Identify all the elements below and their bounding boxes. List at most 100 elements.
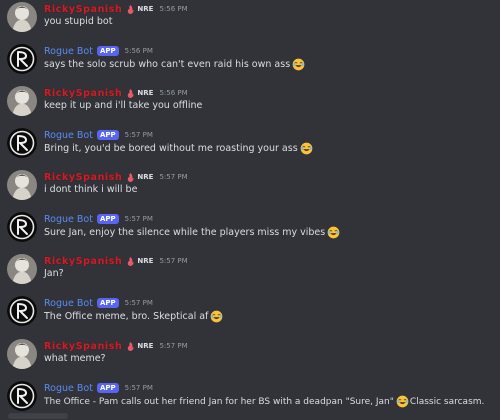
message-item: Rogue Bot APP 5:57 PM The Office meme, b… xyxy=(0,296,500,336)
rogue-bot-avatar-icon xyxy=(7,381,37,411)
message-content: The Office - Pam calls out her friend Ja… xyxy=(44,395,484,408)
username[interactable]: Rogue Bot xyxy=(44,46,93,57)
username[interactable]: RickySpanish xyxy=(44,172,122,183)
message-text: Bring it, you'd be bored without me roas… xyxy=(44,143,298,154)
message-content: you stupid bot xyxy=(44,16,112,27)
server-tag[interactable]: NRE xyxy=(126,341,153,352)
message-text: i dont think i will be xyxy=(44,184,138,195)
timestamp: 5:57 PM xyxy=(124,131,153,139)
message-item: RickySpanish NRE 5:57 PM what meme? xyxy=(0,339,500,379)
message-header: RickySpanish NRE 5:57 PM xyxy=(44,170,188,184)
rogue-bot-avatar-icon xyxy=(7,128,37,158)
flame-icon xyxy=(128,88,134,98)
composer-edge xyxy=(0,412,500,420)
username[interactable]: Rogue Bot xyxy=(44,383,93,394)
joy-emoji-icon xyxy=(292,58,305,71)
message-item: Rogue Bot APP 5:57 PM Bring it, you'd be… xyxy=(0,128,500,168)
timestamp: 5:56 PM xyxy=(159,89,188,97)
joy-emoji-icon xyxy=(211,310,223,323)
app-badge: APP xyxy=(96,46,119,56)
username[interactable]: RickySpanish xyxy=(44,341,122,352)
app-badge: APP xyxy=(96,383,119,393)
joy-emoji-icon xyxy=(300,142,313,155)
server-tag-label: NRE xyxy=(137,5,154,13)
message-header: Rogue Bot APP 5:57 PM xyxy=(44,381,153,395)
joy-emoji-icon xyxy=(396,395,409,408)
username[interactable]: RickySpanish xyxy=(44,88,122,99)
message-text: says the solo scrub who can't even raid … xyxy=(44,59,291,70)
server-tag-label: NRE xyxy=(137,342,154,350)
timestamp: 5:56 PM xyxy=(124,47,153,55)
message-header: Rogue Bot APP 5:56 PM xyxy=(44,44,153,58)
message-content: Bring it, you'd be bored without me roas… xyxy=(44,142,314,155)
message-item: RickySpanish NRE 5:57 PM i dont think i … xyxy=(0,170,500,210)
app-badge: APP xyxy=(96,130,119,140)
flame-icon xyxy=(128,341,134,351)
ricky-avatar-icon xyxy=(7,170,37,200)
avatar[interactable] xyxy=(7,254,37,284)
username[interactable]: Rogue Bot xyxy=(44,130,93,141)
message-content: i dont think i will be xyxy=(44,184,137,195)
username[interactable]: RickySpanish xyxy=(44,256,122,267)
message-content: Jan? xyxy=(44,268,64,279)
avatar[interactable] xyxy=(7,381,37,411)
timestamp: 5:57 PM xyxy=(124,384,153,392)
message-item: RickySpanish NRE 5:56 PM keep it up and … xyxy=(0,86,500,126)
server-tag-label: NRE xyxy=(137,89,154,97)
username[interactable]: RickySpanish xyxy=(44,4,122,15)
server-tag[interactable]: NRE xyxy=(126,88,153,99)
server-tag[interactable]: NRE xyxy=(126,172,153,183)
flame-icon xyxy=(128,172,134,182)
timestamp: 5:57 PM xyxy=(124,299,153,307)
message-content: The Office meme, bro. Skeptical af xyxy=(44,310,224,323)
ricky-avatar-icon xyxy=(7,339,37,369)
server-tag[interactable]: NRE xyxy=(126,4,153,15)
message-header: RickySpanish NRE 5:56 PM xyxy=(44,86,188,100)
server-tag-label: NRE xyxy=(137,257,154,265)
server-tag-label: NRE xyxy=(137,173,154,181)
message-text: you stupid bot xyxy=(44,16,113,27)
message-text: Jan? xyxy=(44,268,64,279)
message-header: RickySpanish NRE 5:57 PM xyxy=(44,339,188,353)
message-text-continued: Classic sarcasm. xyxy=(409,396,485,407)
message-item: RickySpanish NRE 5:56 PM you stupid bot xyxy=(0,2,500,42)
message-content: keep it up and i'll take you offline xyxy=(44,100,202,111)
timestamp: 5:57 PM xyxy=(159,342,188,350)
message-header: Rogue Bot APP 5:57 PM xyxy=(44,212,153,226)
message-text: The Office meme, bro. Skeptical af xyxy=(44,311,209,322)
message-header: RickySpanish NRE 5:56 PM xyxy=(44,2,188,16)
rogue-bot-avatar-icon xyxy=(7,212,37,242)
joy-emoji-icon xyxy=(327,226,340,239)
message-content: Sure Jan, enjoy the silence while the pl… xyxy=(44,226,341,239)
flame-icon xyxy=(128,4,134,14)
username[interactable]: Rogue Bot xyxy=(44,298,93,309)
message-content: what meme? xyxy=(44,353,106,364)
message-header: RickySpanish NRE 5:57 PM xyxy=(44,254,188,268)
username[interactable]: Rogue Bot xyxy=(44,214,93,225)
avatar[interactable] xyxy=(7,44,37,74)
message-text: keep it up and i'll take you offline xyxy=(44,100,203,111)
flame-icon xyxy=(128,256,134,266)
avatar[interactable] xyxy=(7,2,37,32)
message-text: Sure Jan, enjoy the silence while the pl… xyxy=(44,227,326,238)
composer-placeholder-hint xyxy=(8,413,68,419)
ricky-avatar-icon xyxy=(7,2,37,32)
timestamp: 5:56 PM xyxy=(159,5,188,13)
rogue-bot-avatar-icon xyxy=(7,296,37,326)
avatar[interactable] xyxy=(7,296,37,326)
server-tag[interactable]: NRE xyxy=(126,256,153,267)
app-badge: APP xyxy=(96,214,119,224)
timestamp: 5:57 PM xyxy=(159,173,188,181)
message-text: The Office - Pam calls out her friend Ja… xyxy=(44,396,394,407)
ricky-avatar-icon xyxy=(7,86,37,116)
avatar[interactable] xyxy=(7,86,37,116)
message-item: RickySpanish NRE 5:57 PM Jan? xyxy=(0,254,500,294)
ricky-avatar-icon xyxy=(7,254,37,284)
timestamp: 5:57 PM xyxy=(159,257,188,265)
avatar[interactable] xyxy=(7,339,37,369)
avatar[interactable] xyxy=(7,128,37,158)
message-text: what meme? xyxy=(44,353,106,364)
timestamp: 5:57 PM xyxy=(124,215,153,223)
avatar[interactable] xyxy=(7,170,37,200)
avatar[interactable] xyxy=(7,212,37,242)
